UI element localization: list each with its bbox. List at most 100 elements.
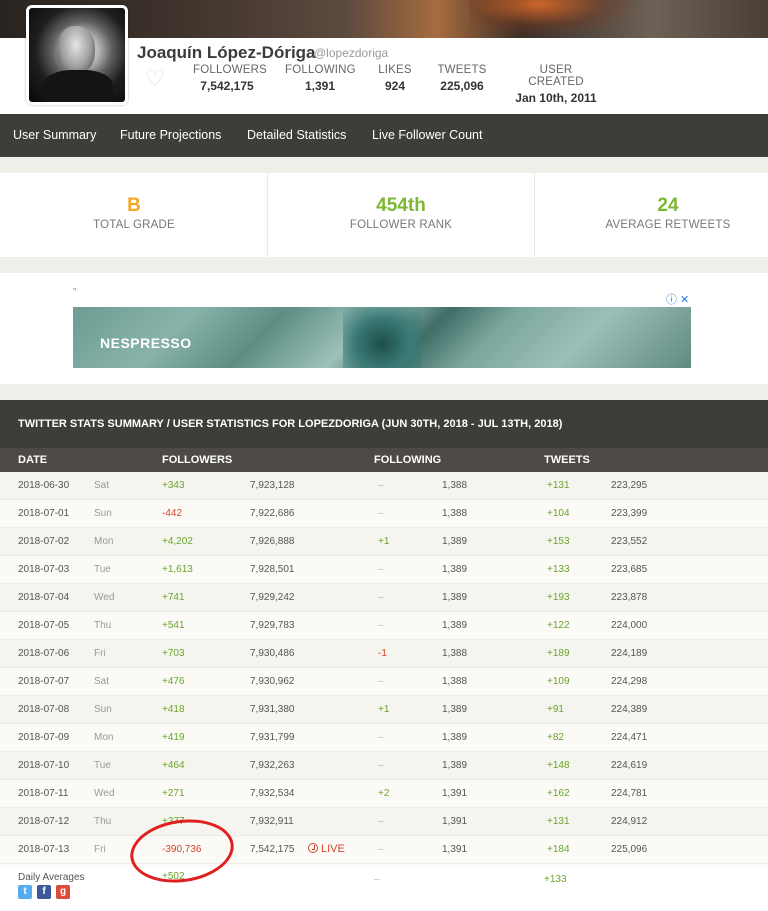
cell-ttot: 224,189 xyxy=(611,648,648,659)
nav-detailed-statistics[interactable]: Detailed Statistics xyxy=(247,128,346,142)
cell-ttot: 224,298 xyxy=(611,676,648,687)
nav-user-summary[interactable]: User Summary xyxy=(13,128,96,142)
facebook-share-icon[interactable]: f xyxy=(37,885,51,899)
cell-gtot: 1,389 xyxy=(442,704,468,715)
ad-brand-logo: NESPRESSO xyxy=(100,335,192,351)
divider xyxy=(534,173,535,257)
header-date: DATE xyxy=(18,454,48,466)
nav-live-follower-count[interactable]: Live Follower Count xyxy=(372,128,482,142)
table-row: 2018-07-09 Mon +419 7,931,799 – 1,389 +82 224,4… xyxy=(0,724,768,752)
cell-gchg: – xyxy=(378,844,384,855)
cell-date: 2018-07-08 xyxy=(18,704,70,715)
cell-ftot: 7,929,242 xyxy=(250,592,295,603)
stat-likes: LIKES 924 xyxy=(375,64,415,93)
cell-fchg: -390,736 xyxy=(162,844,202,855)
averages-label: Daily Averages xyxy=(18,872,85,883)
cell-tchg: +109 xyxy=(547,676,570,687)
cell-tchg: +91 xyxy=(547,704,564,715)
cell-day: Fri xyxy=(94,844,106,855)
cell-gchg: +1 xyxy=(378,704,390,715)
table-row: 2018-07-01 Sun -442 7,922,686 – 1,388 +104 223,… xyxy=(0,500,768,528)
cell-fchg: +418 xyxy=(162,704,185,715)
cell-ftot: 7,928,501 xyxy=(250,564,295,575)
cell-day: Mon xyxy=(94,732,114,743)
stat-followers: FOLLOWERS 7,542,175 xyxy=(193,64,268,93)
cell-fchg: +377 xyxy=(162,816,185,827)
cell-ftot: 7,931,380 xyxy=(250,704,295,715)
nav-future-projections[interactable]: Future Projections xyxy=(120,128,221,142)
cell-ttot: 224,389 xyxy=(611,704,648,715)
header-following: FOLLOWING xyxy=(374,454,442,466)
stat-value: 924 xyxy=(384,79,406,93)
grade-panel: B TOTAL GRADE 454th FOLLOWER RANK 24 AVE… xyxy=(0,173,768,257)
table-row: 2018-07-03 Tue +1,613 7,928,501 – 1,389 +133 22… xyxy=(0,556,768,584)
profile-handle[interactable]: @lopezdoriga xyxy=(314,46,388,60)
cell-gtot: 1,388 xyxy=(442,508,468,519)
cell-day: Wed xyxy=(94,788,115,799)
cell-day: Sat xyxy=(94,676,110,687)
cell-tchg: +193 xyxy=(547,592,570,603)
cell-date: 2018-07-04 xyxy=(18,592,70,603)
cell-day: Fri xyxy=(94,648,106,659)
heart-icon[interactable]: ♡ xyxy=(145,66,165,92)
cell-gtot: 1,391 xyxy=(442,844,468,855)
cell-fchg: -442 xyxy=(162,508,183,519)
cell-tchg: +153 xyxy=(547,536,570,547)
google-plus-share-icon[interactable]: g xyxy=(56,885,70,899)
cell-ftot: 7,542,175 xyxy=(250,844,295,855)
cell-gchg: – xyxy=(378,592,384,603)
table-title: TWITTER STATS SUMMARY / USER STATISTICS … xyxy=(18,418,563,430)
cell-tchg: +162 xyxy=(547,788,570,799)
cell-ftot: 7,930,486 xyxy=(250,648,295,659)
divider xyxy=(267,173,268,257)
twitter-share-icon[interactable]: t xyxy=(18,885,32,899)
cell-ftot: 7,932,534 xyxy=(250,788,295,799)
cell-fchg: +343 xyxy=(162,480,185,491)
ad-info-close-icon[interactable]: ⓘ ✕ xyxy=(666,291,689,307)
ad-banner-image[interactable]: NESPRESSO xyxy=(73,307,691,368)
cell-tchg: +131 xyxy=(547,480,570,491)
cell-gtot: 1,388 xyxy=(442,648,468,659)
cell-ttot: 224,912 xyxy=(611,816,648,827)
cell-fchg: +1,613 xyxy=(162,564,193,575)
cell-day: Thu xyxy=(94,816,112,827)
cell-date: 2018-06-30 xyxy=(18,480,70,491)
cell-gchg: – xyxy=(378,676,384,687)
average-retweets: 24 AVERAGE RETWEETS xyxy=(540,173,768,257)
header-tweets: TWEETS xyxy=(544,454,590,466)
stat-label: FOLLOWERS xyxy=(193,64,268,76)
cell-ttot: 224,471 xyxy=(611,732,648,743)
table-row: 2018-07-13 Fri -390,736 7,542,175 – 1,391 +184… xyxy=(0,836,768,864)
cell-ttot: 223,295 xyxy=(611,480,648,491)
table-row: 2018-07-10 Tue +464 7,932,263 – 1,389 +148 224,… xyxy=(0,752,768,780)
stat-value: Jan 10th, 2011 xyxy=(515,91,597,105)
cell-day: Tue xyxy=(94,760,111,771)
cell-gchg: – xyxy=(378,480,384,491)
cell-tchg: +184 xyxy=(547,844,570,855)
table-row: 2018-06-30 Sat +343 7,923,128 – 1,388 +131 223,… xyxy=(0,472,768,500)
cell-ftot: 7,922,686 xyxy=(250,508,295,519)
table-row: 2018-07-12 Thu +377 7,932,911 – 1,391 +131 224,… xyxy=(0,808,768,836)
cell-day: Wed xyxy=(94,592,115,603)
cell-day: Thu xyxy=(94,620,112,631)
cell-gtot: 1,391 xyxy=(442,816,468,827)
cell-tchg: +133 xyxy=(547,564,570,575)
cell-fchg: +419 xyxy=(162,732,185,743)
daily-averages-row: Daily Averages t f g +502 – +133 xyxy=(0,866,768,911)
table-row: 2018-07-08 Sun +418 7,931,380 +1 1,389 +91 224,… xyxy=(0,696,768,724)
cell-day: Sun xyxy=(94,704,112,715)
stat-user-created: USER CREATED Jan 10th, 2011 xyxy=(511,64,601,105)
cell-ftot: 7,929,783 xyxy=(250,620,295,631)
stat-label: TWEETS xyxy=(437,64,487,76)
live-indicator[interactable]: LIVE xyxy=(308,843,345,855)
cell-fchg: +271 xyxy=(162,788,185,799)
table-title-bar: TWITTER STATS SUMMARY / USER STATISTICS … xyxy=(0,400,768,448)
cell-gchg: – xyxy=(378,760,384,771)
cell-gchg: – xyxy=(378,816,384,827)
avatar[interactable] xyxy=(26,5,128,105)
profile-name: Joaquín López-Dóriga xyxy=(137,43,316,62)
cell-ttot: 223,399 xyxy=(611,508,648,519)
cell-gtot: 1,389 xyxy=(442,564,468,575)
cell-gtot: 1,389 xyxy=(442,620,468,631)
cell-ttot: 224,781 xyxy=(611,788,648,799)
